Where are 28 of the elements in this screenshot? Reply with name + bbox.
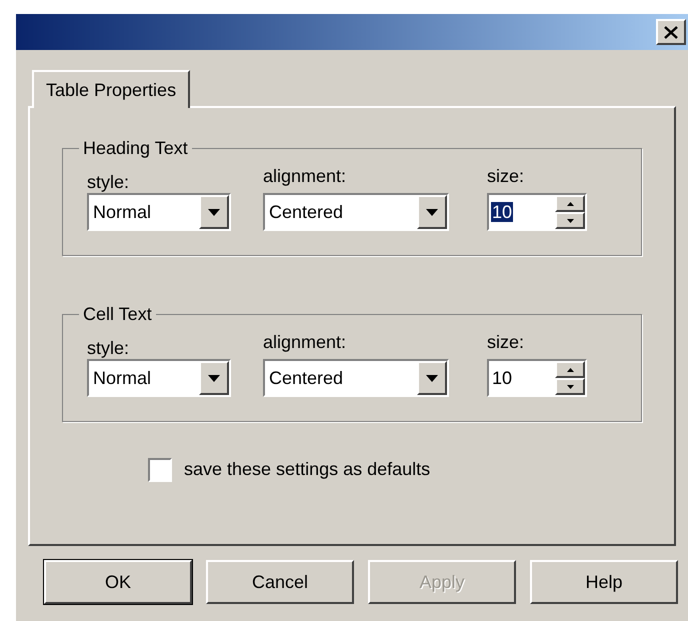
alignment-label: alignment: — [263, 331, 348, 353]
dialog-button[interactable]: Help — [530, 560, 678, 604]
size-spinner[interactable]: 10 — [487, 359, 587, 397]
checkbox-label: save these settings as defaults — [184, 458, 430, 481]
size-label: size: — [487, 331, 526, 353]
style-label: style: — [87, 171, 130, 193]
size-spinner[interactable]: 10 — [487, 193, 587, 231]
dropdown-arrow-icon — [208, 374, 220, 382]
spin-up-icon — [566, 202, 574, 206]
spin-up-icon — [566, 368, 574, 372]
dropdown[interactable]: Centered — [263, 193, 449, 231]
alignment-label: alignment: — [263, 165, 348, 187]
close-icon — [664, 26, 678, 38]
checkbox[interactable] — [148, 458, 172, 482]
dropdown-arrow-icon — [426, 374, 438, 382]
tab[interactable]: Table Properties — [32, 70, 190, 108]
dropdown-arrow-icon — [208, 208, 220, 216]
dropdown[interactable]: Normal — [87, 359, 231, 397]
spin-down-icon — [566, 384, 574, 388]
dropdown[interactable]: Normal — [87, 193, 231, 231]
size-label: size: — [487, 165, 526, 187]
dropdown[interactable]: Centered — [263, 359, 449, 397]
close-button[interactable] — [656, 19, 686, 45]
dialog-button[interactable]: Cancel — [206, 560, 354, 604]
dialog-button[interactable]: OK — [44, 560, 192, 604]
style-label: style: — [87, 337, 130, 359]
spin-down-icon — [566, 218, 574, 222]
dropdown-arrow-icon — [426, 208, 438, 216]
